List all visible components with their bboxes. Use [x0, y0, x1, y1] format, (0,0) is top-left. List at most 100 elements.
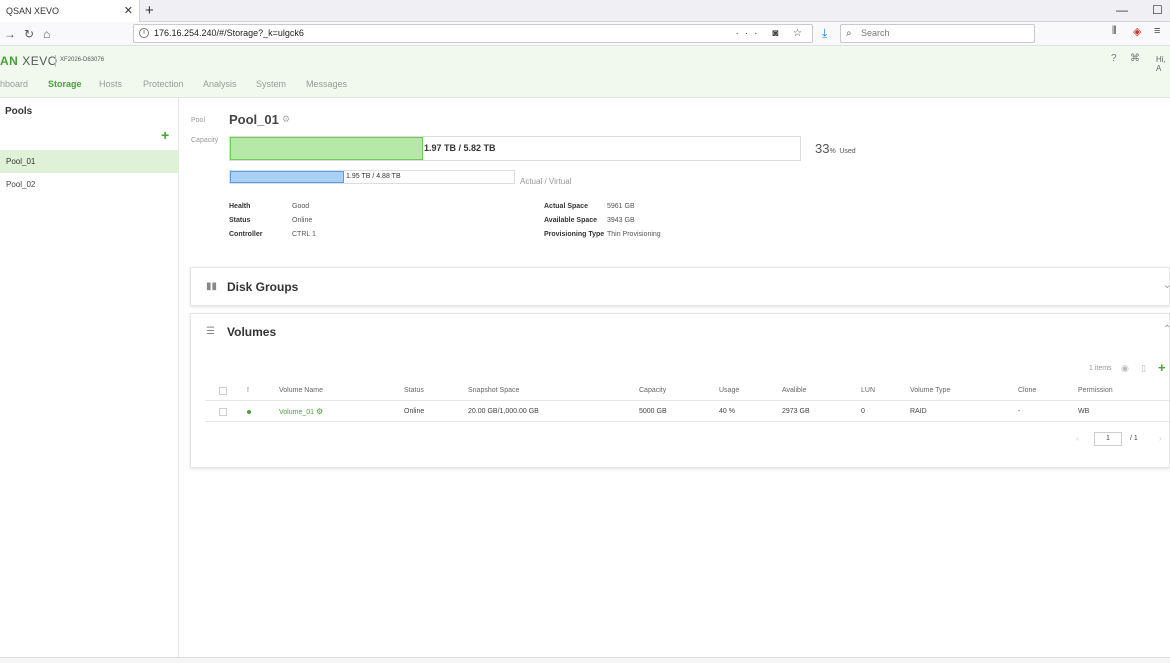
virtual-capacity-bar: 1.95 TB / 4.88 TB	[229, 170, 515, 184]
col-status[interactable]: Status	[404, 381, 424, 401]
download-icon[interactable]: ⤓	[822, 26, 827, 41]
sidebar-item-pool-02[interactable]: Pool_02	[0, 173, 179, 196]
health-value: Good	[292, 203, 310, 210]
col-volume-type[interactable]: Volume Type	[910, 381, 950, 401]
actual-space-value: 5961 GB	[607, 203, 635, 210]
sidebar-item-pool-01[interactable]: Pool_01	[0, 150, 179, 173]
col-available[interactable]: Avalible	[782, 381, 806, 401]
chevron-up-icon[interactable]: ⌃	[1163, 324, 1170, 335]
col-capacity[interactable]: Capacity	[639, 381, 666, 401]
nav-dashboard[interactable]: hboard	[0, 79, 28, 89]
nav-storage[interactable]: Storage	[48, 79, 82, 89]
minimize-icon[interactable]: —	[1116, 0, 1128, 20]
device-name: XF2026-D63076	[60, 57, 105, 63]
col-permission[interactable]: Permission	[1078, 381, 1113, 401]
reload-icon[interactable]: ↻	[24, 24, 34, 44]
col-volume-name[interactable]: Volume Name	[279, 381, 323, 401]
volumes-title: Volumes	[227, 325, 277, 339]
browser-tab[interactable]: QSAN XEVO ✕	[0, 0, 140, 22]
home-icon[interactable]: ⌂	[43, 24, 50, 44]
actual-virtual-label: Actual / Virtual	[520, 177, 572, 186]
disk-groups-icon: ▮▮	[206, 281, 218, 292]
new-tab-button[interactable]: +	[145, 0, 154, 21]
page-total: / 1	[1130, 435, 1138, 442]
col-alert: !	[247, 387, 249, 394]
add-volume-button[interactable]: +	[1158, 360, 1166, 375]
search-placeholder: Search	[861, 28, 890, 38]
close-tab-icon[interactable]: ✕	[124, 0, 133, 22]
status-dot-icon	[247, 410, 251, 414]
status-value: Online	[292, 217, 313, 224]
volumes-table-header: ! Volume Name Status Snapshot Space Capa…	[205, 381, 1170, 401]
capacity-bar: 1.97 TB / 5.82 TB	[229, 136, 801, 161]
select-all-checkbox[interactable]	[219, 387, 227, 395]
clone-cell: -	[1018, 408, 1021, 415]
forward-icon[interactable]: →	[4, 24, 16, 44]
help-icon[interactable]: ?	[1111, 53, 1117, 64]
add-pool-button[interactable]: +	[161, 128, 169, 142]
usage-cell: 40 %	[719, 408, 735, 415]
browser-tab-title: QSAN XEVO	[6, 6, 60, 16]
col-snapshot-space[interactable]: Snapshot Space	[468, 381, 519, 401]
url-bar[interactable]: i 176.16.254.240/#/Storage?_k=ulgck6 ···…	[133, 24, 813, 43]
pager-prev-icon[interactable]: ‹	[1076, 434, 1079, 443]
capacity-bar-fill	[230, 137, 423, 160]
row-checkbox[interactable]	[219, 408, 227, 416]
used-percent: 33% Used	[815, 141, 856, 156]
actual-space-label: Actual Space	[544, 203, 588, 210]
info-icon[interactable]: i	[139, 28, 149, 38]
menu-icon[interactable]: ≡	[1154, 25, 1160, 37]
col-lun[interactable]: LUN	[861, 381, 875, 401]
nav-messages[interactable]: Messages	[306, 79, 347, 89]
nav-system[interactable]: System	[256, 79, 286, 89]
status-label: Status	[229, 217, 251, 224]
available-space-value: 3943 GB	[607, 217, 635, 224]
controller-label: Controller	[229, 231, 263, 238]
disk-groups-panel[interactable]: ▮▮ Disk Groups ⌄	[190, 267, 1170, 306]
chevron-down-icon[interactable]: ⌄	[1163, 280, 1170, 291]
volume-type-cell: RAID	[910, 408, 927, 415]
available-space-label: Available Space	[544, 217, 598, 224]
col-clone[interactable]: Clone	[1018, 381, 1036, 401]
nav-hosts[interactable]: Hosts	[99, 79, 122, 89]
lun-cell: 0	[861, 408, 865, 415]
network-icon[interactable]: ⌘	[1130, 53, 1140, 64]
col-usage[interactable]: Usage	[719, 381, 739, 401]
pool-settings-gear-icon[interactable]: ⚙	[282, 114, 290, 125]
sidebar-title: Pools	[5, 106, 33, 117]
capacity-cell: 5000 GB	[639, 408, 667, 415]
status-cell: Online	[404, 408, 425, 415]
volume-gear-icon: ⚙	[315, 407, 324, 416]
nav-analysis[interactable]: Analysis	[203, 79, 237, 89]
provisioning-type-value: Thin Provisioning	[607, 231, 661, 238]
capacity-label: Capacity	[191, 137, 219, 144]
maximize-icon[interactable]: ☐	[1152, 0, 1163, 20]
snapshot-camera-icon[interactable]: ◉	[1121, 363, 1129, 374]
virtual-bar-fill	[230, 171, 344, 183]
snapshot-cell: 20.00 GB/1,000.00 GB	[468, 408, 539, 415]
pools-sidebar: Pools + Pool_01 Pool_02	[0, 98, 179, 663]
search-icon: ⌕	[846, 28, 852, 39]
pager-next-icon[interactable]: ›	[1159, 434, 1162, 443]
virtual-capacity-text: 1.95 TB / 4.88 TB	[346, 173, 401, 180]
page-number-input[interactable]: 1	[1094, 432, 1122, 446]
shield-icon[interactable]: ◈	[1133, 25, 1141, 38]
database-icon: ☰	[206, 326, 215, 337]
search-input[interactable]: ⌕ Search	[840, 24, 1035, 43]
pool-title: Pool_01	[229, 112, 279, 127]
provisioning-type-label: Provisioning Type	[544, 231, 605, 238]
browser-nav-bar: → ↻ ⌂ i 176.16.254.240/#/Storage?_k=ulgc…	[0, 22, 1170, 46]
permission-cell: WB	[1078, 408, 1090, 415]
delete-icon[interactable]: ▯	[1141, 363, 1146, 374]
library-icon[interactable]: ⫴	[1112, 25, 1117, 38]
pool-label: Pool	[191, 117, 206, 124]
controller-value: CTRL 1	[292, 231, 316, 238]
items-count: 1 items	[1089, 365, 1112, 372]
nav-protection[interactable]: Protection	[143, 79, 184, 89]
url-actions[interactable]: ··· ◙ ☆	[735, 25, 808, 42]
app-header: AN XEVO XF2026-D63076 ? ⌘ Hi, A hboard S…	[0, 46, 1170, 98]
disk-groups-title: Disk Groups	[227, 280, 299, 294]
user-greeting[interactable]: Hi, A	[1156, 55, 1170, 73]
volume-name-cell[interactable]: Volume_01 ⚙	[279, 402, 323, 423]
table-row[interactable]: Volume_01 ⚙ Online 20.00 GB/1,000.00 GB …	[205, 402, 1170, 422]
